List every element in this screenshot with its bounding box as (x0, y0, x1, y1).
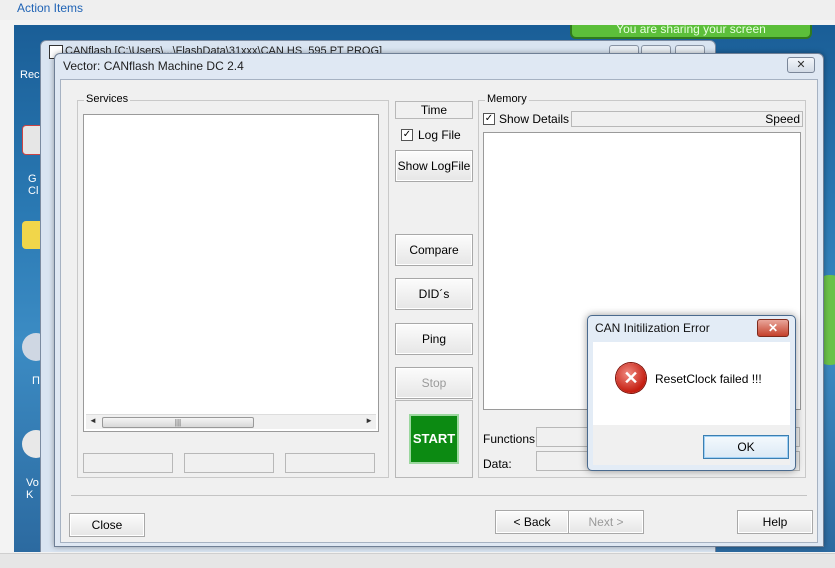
speed-field: Speed (571, 111, 803, 127)
dialog-title: Vector: CANflash Machine DC 2.4 (63, 59, 244, 73)
dialog-body: Services ◄ ||| ► Time ✓ Log File Show Lo… (60, 79, 818, 543)
screen-share-banner: You are sharing your screen (570, 25, 812, 39)
error-close-button[interactable]: ✕ (757, 319, 789, 337)
error-dialog-title: CAN Initilization Error (595, 321, 710, 335)
scroll-right-arrow[interactable]: ► (365, 416, 373, 425)
dialog-close-button[interactable]: ✕ (787, 57, 815, 73)
log-file-label: Log File (418, 128, 461, 142)
bottom-bar (0, 553, 835, 568)
scroll-left-arrow[interactable]: ◄ (89, 416, 97, 425)
ping-button[interactable]: Ping (395, 323, 473, 355)
error-icon: ✕ (616, 363, 646, 393)
compare-button[interactable]: Compare (395, 234, 473, 266)
show-details-label: Show Details (499, 112, 570, 126)
services-group: Services ◄ ||| ► (77, 93, 389, 478)
start-button-frame: START (395, 400, 473, 478)
services-list[interactable]: ◄ ||| ► (83, 114, 379, 432)
speed-label: Speed (765, 112, 800, 126)
status-field-3 (285, 453, 375, 473)
back-button[interactable]: < Back (495, 510, 569, 534)
data-label: Data: (483, 457, 512, 471)
start-button[interactable]: START (409, 414, 459, 464)
can-initialization-error-dialog: CAN Initilization Error ✕ ✕ ResetClock f… (587, 315, 796, 471)
help-button[interactable]: Help (737, 510, 813, 534)
canflash-dialog: Vector: CANflash Machine DC 2.4 ✕ Servic… (54, 53, 824, 547)
functions-label: Functions: (483, 432, 539, 446)
time-label: Time (395, 101, 473, 119)
action-items-link[interactable]: Action Items (17, 1, 83, 15)
error-footer: OK (593, 425, 790, 465)
top-bar: Action Items (0, 0, 835, 20)
status-field-1 (83, 453, 173, 473)
scroll-thumb[interactable]: ||| (102, 417, 254, 428)
ok-button[interactable]: OK (703, 435, 789, 459)
log-file-checkbox[interactable]: ✓ (401, 129, 413, 141)
memory-label: Memory (485, 93, 529, 105)
show-details-checkbox[interactable]: ✓ (483, 113, 495, 125)
services-label: Services (84, 93, 131, 105)
services-hscrollbar[interactable]: ◄ ||| ► (86, 414, 376, 429)
next-button[interactable]: Next > (568, 510, 644, 534)
time-group: Time ✓ Log File Show LogFile Compare DID… (389, 100, 473, 478)
show-logfile-button[interactable]: Show LogFile (395, 150, 473, 182)
close-button[interactable]: Close (69, 513, 145, 537)
footer-divider (71, 495, 807, 496)
dids-button[interactable]: DID´s (395, 278, 473, 310)
stop-button[interactable]: Stop (395, 367, 473, 399)
error-message: ResetClock failed !!! (655, 372, 762, 386)
status-field-2 (184, 453, 274, 473)
error-body: ✕ ResetClock failed !!! OK (593, 342, 790, 465)
